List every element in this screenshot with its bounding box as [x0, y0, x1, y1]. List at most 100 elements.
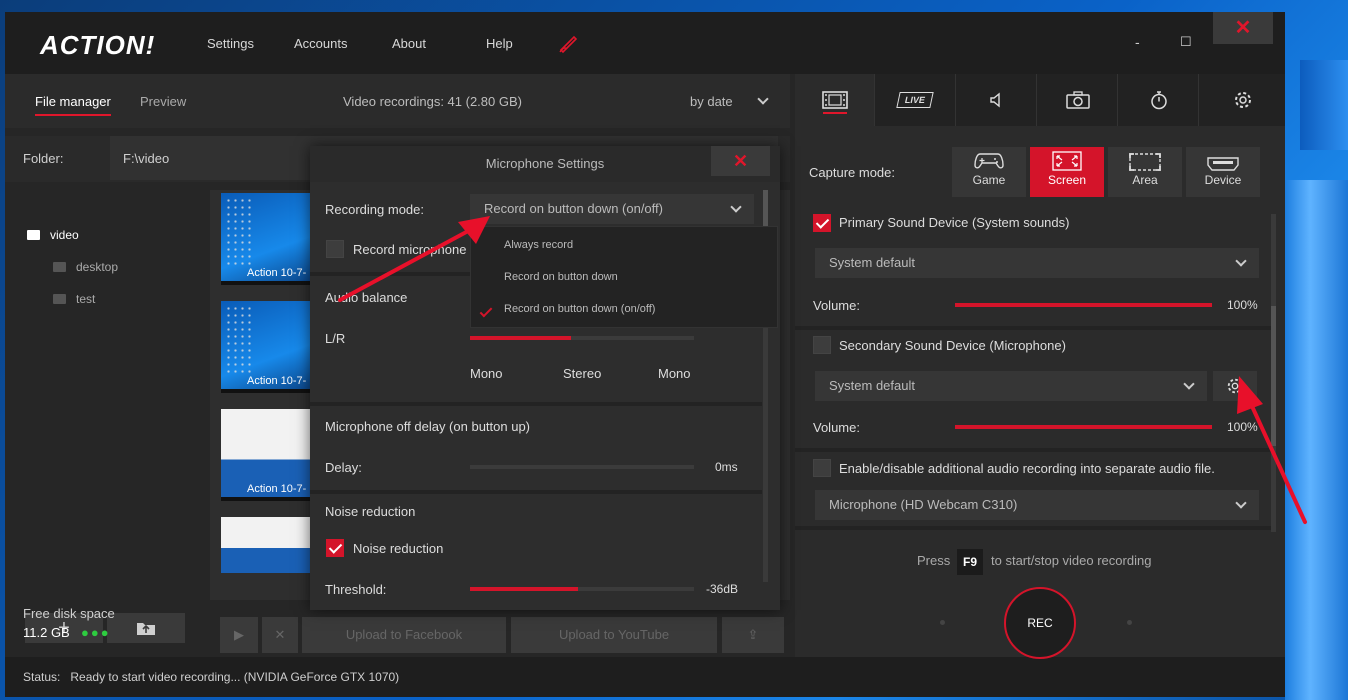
tree-item-desktop[interactable]: desktop	[53, 260, 118, 274]
capture-area-button[interactable]: Area	[1108, 147, 1182, 197]
upload-facebook-button[interactable]: Upload to Facebook	[302, 617, 506, 653]
recording-mode-dropdown[interactable]: Record on button down (on/off)	[470, 194, 754, 224]
hotkey-hint-suffix: to start/stop video recording	[991, 553, 1152, 568]
export-button[interactable]: ⇪	[722, 617, 784, 653]
balance-slider[interactable]	[470, 336, 694, 340]
tab-live[interactable]: LIVE	[876, 74, 956, 126]
left-tabs: File manager Preview Video recordings: 4…	[5, 74, 790, 128]
balance-stereo: Stereo	[563, 366, 602, 381]
tab-audio[interactable]	[957, 74, 1037, 126]
secondary-volume-fill	[955, 425, 1212, 429]
desktop-wallpaper-highlight	[1300, 60, 1348, 150]
hdmi-icon	[1207, 157, 1239, 171]
option-record-on-button-down-toggle[interactable]: Record on button down (on/off)	[504, 303, 655, 315]
additional-device-value: Microphone (HD Webcam C310)	[829, 497, 1018, 512]
settings-scrollbar[interactable]	[1271, 214, 1276, 532]
delete-button[interactable]: ✕	[262, 617, 298, 653]
menu-help[interactable]: Help	[486, 36, 513, 51]
tab-screenshot[interactable]	[1038, 74, 1118, 126]
primary-volume-slider[interactable]	[955, 303, 1212, 307]
primary-sound-label: Primary Sound Device (System sounds)	[839, 215, 1070, 230]
hotkey-badge: F9	[957, 549, 983, 575]
secondary-volume-slider[interactable]	[955, 425, 1212, 429]
speaker-icon	[989, 92, 1000, 108]
tree-item-video[interactable]: video	[27, 228, 79, 242]
option-record-on-button-down[interactable]: Record on button down	[504, 271, 618, 283]
tab-video-recording[interactable]	[795, 74, 875, 126]
primary-device-dropdown[interactable]: System default	[815, 248, 1259, 278]
gear-icon	[1227, 378, 1243, 394]
secondary-sound-checkbox[interactable]	[813, 336, 831, 354]
tab-settings[interactable]	[1200, 74, 1285, 126]
folder-path: F:\video	[123, 151, 170, 166]
tab-preview[interactable]: Preview	[140, 94, 186, 109]
primary-volume-value: 100%	[1227, 298, 1258, 312]
pen-icon[interactable]	[558, 32, 580, 54]
menu-about[interactable]: About	[392, 36, 426, 51]
desktop-wallpaper-glow	[1285, 180, 1348, 700]
additional-device-dropdown[interactable]: Microphone (HD Webcam C310)	[815, 490, 1259, 520]
tree-item-label: video	[50, 228, 79, 242]
rec-button[interactable]: REC	[1004, 587, 1076, 659]
microphone-settings-dialog: Microphone Settings ✕ Recording mode: Re…	[310, 146, 780, 610]
capture-screen-button[interactable]: Screen	[1030, 147, 1104, 197]
primary-volume-fill	[955, 303, 1212, 307]
video-count: Video recordings: 41 (2.80 GB)	[343, 94, 522, 109]
upload-youtube-button[interactable]: Upload to YouTube	[511, 617, 717, 653]
threshold-fill	[470, 587, 578, 591]
chevron-down-icon	[1235, 497, 1247, 509]
video-thumbnail[interactable]: Action 10-7-	[221, 409, 316, 501]
video-thumbnail[interactable]	[221, 517, 316, 573]
menu-accounts[interactable]: Accounts	[294, 36, 347, 51]
threshold-slider[interactable]	[470, 587, 694, 591]
record-microphone-label: Record microphone	[353, 242, 467, 257]
microphone-settings-button[interactable]	[1213, 371, 1257, 401]
threshold-value: -36dB	[706, 582, 739, 596]
tree-item-test[interactable]: test	[53, 292, 95, 306]
recording-mode-options: Always record Record on button down Reco…	[470, 226, 778, 328]
gamepad-icon	[974, 153, 1004, 169]
additional-audio-checkbox[interactable]	[813, 459, 831, 477]
close-dialog-button[interactable]: ✕	[711, 146, 770, 176]
secondary-device-dropdown[interactable]: System default	[815, 371, 1207, 401]
thumbnail-caption: Action 10-7-	[247, 483, 307, 495]
chevron-down-icon	[730, 201, 742, 213]
open-folder-button[interactable]	[107, 613, 185, 643]
fullscreen-icon	[1052, 151, 1082, 171]
video-thumbnail[interactable]: Action 10-7-	[221, 301, 316, 393]
off-delay-title: Microphone off delay (on button up)	[325, 419, 531, 434]
close-app-button[interactable]: ✕	[1213, 12, 1273, 44]
record-microphone-checkbox[interactable]	[326, 240, 344, 258]
option-always-record[interactable]: Always record	[504, 239, 573, 251]
minimize-button[interactable]: -	[1135, 34, 1140, 50]
free-disk-label: Free disk space	[23, 606, 115, 621]
folder-label: Folder:	[23, 151, 64, 166]
chevron-down-icon	[1235, 255, 1247, 267]
delay-label: Delay:	[325, 460, 362, 475]
section-divider	[795, 448, 1273, 452]
capture-game-button[interactable]: Game	[952, 147, 1026, 197]
secondary-volume-value: 100%	[1227, 420, 1258, 434]
disk-status-dots: ●●●	[81, 625, 111, 640]
video-thumbnail[interactable]: Action 10-7-	[221, 193, 316, 285]
play-button[interactable]: ▶	[220, 617, 258, 653]
sort-dropdown[interactable]: by date	[690, 93, 769, 109]
folder-icon	[27, 230, 40, 240]
capture-device-button[interactable]: Device	[1186, 147, 1260, 197]
gear-icon	[1234, 92, 1251, 108]
capture-screen-label: Screen	[1047, 173, 1087, 187]
live-icon: LIVE	[896, 92, 935, 108]
folder-icon	[53, 262, 66, 272]
delay-slider[interactable]	[470, 465, 694, 469]
noise-reduction-checkbox[interactable]	[326, 539, 344, 557]
thumbnail-caption: Action 10-7-	[247, 375, 307, 387]
indicator-dot	[1127, 620, 1132, 625]
menu-settings[interactable]: Settings	[207, 36, 254, 51]
balance-mono-left: Mono	[470, 366, 503, 381]
tab-timer[interactable]	[1119, 74, 1199, 126]
audio-balance-title: Audio balance	[325, 290, 408, 305]
tree-item-label: test	[76, 292, 96, 306]
primary-sound-checkbox[interactable]	[813, 214, 831, 232]
maximize-button[interactable]: ☐	[1180, 34, 1192, 50]
tab-file-manager[interactable]: File manager	[35, 94, 111, 116]
